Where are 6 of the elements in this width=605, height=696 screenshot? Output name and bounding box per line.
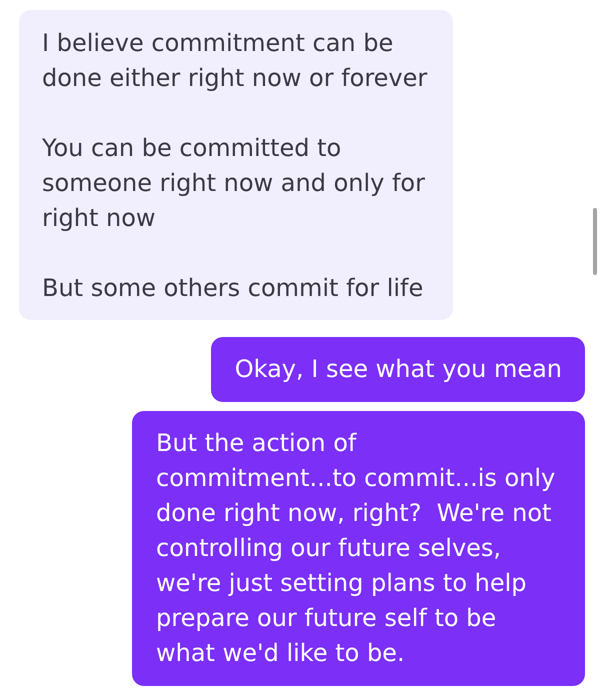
message-text: But the action of commitment...to commit...is only done right now, right? We're not controlling our future selves, we're just setting plans to help prepare our future self to be what we'd like to be. (156, 428, 556, 669)
scrollbar-thumb (593, 208, 597, 275)
message-text: You can be committed to someone right now and only for right now (42, 133, 426, 234)
message-text: But some others commit for life (42, 273, 424, 304)
message-text: I believe commitment can be done either right now or forever (42, 28, 428, 94)
message-text: Okay, I see what you mean (234, 354, 562, 385)
